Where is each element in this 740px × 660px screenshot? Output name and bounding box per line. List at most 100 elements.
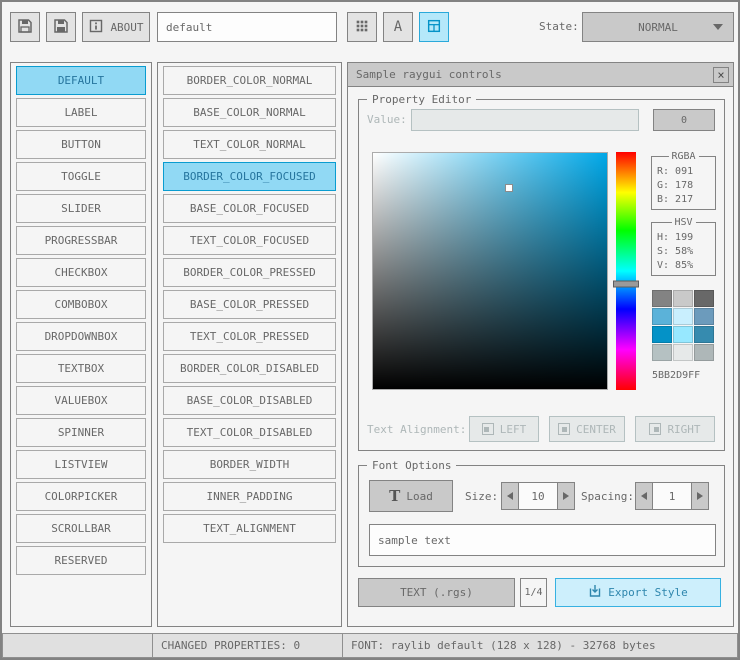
control-list-item[interactable]: LABEL (16, 98, 146, 127)
status-bar: CHANGED PROPERTIES: 0 FONT: raylib defau… (2, 633, 738, 658)
control-list-item[interactable]: SPINNER (16, 418, 146, 447)
control-list-item-label: CHECKBOX (54, 266, 108, 279)
load-style-button[interactable] (10, 12, 40, 42)
property-list-item[interactable]: BORDER_COLOR_PRESSED (163, 258, 336, 287)
property-list-item-label: BORDER_COLOR_NORMAL (186, 74, 313, 87)
hue-bar[interactable] (613, 152, 639, 390)
font-load-button[interactable]: T Load (369, 480, 453, 512)
save-style-button[interactable] (46, 12, 76, 42)
align-left-button[interactable]: LEFT (469, 416, 539, 442)
control-list-item[interactable]: TOGGLE (16, 162, 146, 191)
control-list-item[interactable]: SCROLLBAR (16, 514, 146, 543)
info-icon (88, 18, 104, 37)
property-list-item[interactable]: INNER_PADDING (163, 482, 336, 511)
palette-color-cell[interactable] (652, 326, 672, 343)
sample-controls-window: Sample raygui controls × Property Editor… (347, 62, 734, 627)
property-list-item[interactable]: TEXT_COLOR_DISABLED (163, 418, 336, 447)
floppy-save-icon (52, 17, 70, 38)
properties-list: BORDER_COLOR_NORMAL BASE_COLOR_NORMAL TE… (157, 62, 342, 627)
control-list-item[interactable]: PROGRESSBAR (16, 226, 146, 255)
state-label: State: (539, 20, 579, 33)
style-name-input[interactable] (157, 12, 337, 42)
control-list-item[interactable]: TEXTBOX (16, 354, 146, 383)
property-list-item[interactable]: BORDER_COLOR_DISABLED (163, 354, 336, 383)
align-center-button[interactable]: CENTER (549, 416, 625, 442)
state-dropdown-value: NORMAL (638, 20, 678, 34)
control-list-item[interactable]: RESERVED (16, 546, 146, 575)
size-increase-button[interactable] (557, 482, 575, 510)
align-right-icon (649, 423, 662, 435)
size-value: 10 (531, 489, 545, 503)
property-list-item[interactable]: TEXT_COLOR_PRESSED (163, 322, 336, 351)
control-list-item[interactable]: COLORPICKER (16, 482, 146, 511)
property-list-item[interactable]: BORDER_COLOR_FOCUSED (163, 162, 336, 191)
font-mode-button[interactable]: A (383, 12, 413, 42)
control-list-item[interactable]: COMBOBOX (16, 290, 146, 319)
size-value-box[interactable]: 10 (518, 482, 558, 510)
property-list-item[interactable]: BASE_COLOR_PRESSED (163, 290, 336, 319)
color-cursor[interactable] (504, 184, 513, 193)
export-format-button[interactable]: TEXT (.rgs) (358, 578, 515, 607)
property-list-item[interactable]: TEXT_COLOR_NORMAL (163, 130, 336, 159)
size-label: Size: (465, 490, 499, 503)
about-button[interactable]: ABOUT (82, 12, 150, 42)
rgba-values: R: 091 G: 178 B: 217 (652, 165, 715, 207)
close-button[interactable]: × (713, 66, 729, 83)
property-list-item[interactable]: BASE_COLOR_DISABLED (163, 386, 336, 415)
export-page-button[interactable]: 1/4 (520, 578, 547, 607)
control-list-item-label: LISTVIEW (54, 458, 108, 471)
value-apply-button[interactable]: 0 (653, 109, 715, 131)
color-saturation-value-panel[interactable] (372, 152, 608, 390)
palette-color-cell[interactable] (694, 290, 714, 307)
sample-window-titlebar[interactable]: Sample raygui controls × (348, 63, 733, 87)
control-list-item[interactable]: VALUEBOX (16, 386, 146, 415)
grid-mode-button[interactable] (347, 12, 377, 42)
align-right-button[interactable]: RIGHT (635, 416, 715, 442)
palette-color-cell[interactable] (652, 344, 672, 361)
property-list-item[interactable]: BASE_COLOR_FOCUSED (163, 194, 336, 223)
palette-color-cell[interactable] (652, 308, 672, 325)
property-list-item[interactable]: TEXT_COLOR_FOCUSED (163, 226, 336, 255)
palette-color-cell[interactable] (673, 290, 693, 307)
control-list-item[interactable]: DEFAULT (16, 66, 146, 95)
state-dropdown[interactable]: NORMAL (582, 12, 734, 42)
property-list-item[interactable]: BORDER_COLOR_NORMAL (163, 66, 336, 95)
spacing-decrease-button[interactable] (635, 482, 653, 510)
palette-color-cell[interactable] (673, 344, 693, 361)
rgba-row: G: 178 (657, 180, 694, 191)
close-icon: × (717, 67, 725, 82)
control-list-item-label: RESERVED (54, 554, 108, 567)
property-list-item[interactable]: TEXT_ALIGNMENT (163, 514, 336, 543)
control-list-item[interactable]: SLIDER (16, 194, 146, 223)
export-style-button[interactable]: Export Style (555, 578, 721, 607)
status-font-text: FONT: raylib default (128 x 128) - 32768… (351, 639, 656, 652)
palette-color-cell[interactable] (673, 308, 693, 325)
control-list-item-label: LABEL (64, 106, 98, 119)
letter-a-icon: A (393, 19, 403, 35)
table-view-button[interactable] (419, 12, 449, 42)
control-list-item[interactable]: DROPDOWNBOX (16, 322, 146, 351)
hue-slider[interactable] (613, 280, 639, 288)
spacing-spinner: 1 (635, 482, 709, 510)
size-decrease-button[interactable] (501, 482, 519, 510)
rgba-row: R: 091 (657, 166, 694, 177)
control-list-item[interactable]: LISTVIEW (16, 450, 146, 479)
control-list-item[interactable]: CHECKBOX (16, 258, 146, 287)
control-list-item-label: SLIDER (61, 202, 101, 215)
sample-text-input[interactable] (369, 524, 716, 556)
value-input[interactable] (411, 109, 639, 131)
rgba-group-label: RGBA (668, 150, 699, 163)
palette-color-cell[interactable] (652, 290, 672, 307)
palette-color-cell[interactable] (673, 326, 693, 343)
palette-color-cell[interactable] (694, 326, 714, 343)
spacing-value-box[interactable]: 1 (652, 482, 692, 510)
status-font-segment: FONT: raylib default (128 x 128) - 32768… (342, 633, 738, 658)
palette-color-cell[interactable] (694, 344, 714, 361)
property-list-item[interactable]: BORDER_WIDTH (163, 450, 336, 479)
property-list-item[interactable]: BASE_COLOR_NORMAL (163, 98, 336, 127)
control-list-item[interactable]: BUTTON (16, 130, 146, 159)
font-options-group: Font Options T Load Size: 10 Spacing: 1 (358, 459, 725, 567)
property-list-item-label: BASE_COLOR_NORMAL (193, 106, 306, 119)
palette-color-cell[interactable] (694, 308, 714, 325)
spacing-increase-button[interactable] (691, 482, 709, 510)
